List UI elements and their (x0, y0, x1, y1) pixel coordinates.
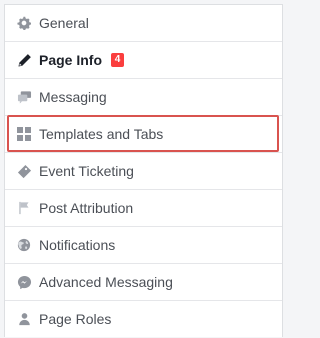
settings-sidebar-menu: General Page Info 4 Messaging Templates … (4, 4, 283, 337)
menu-item-label: General (39, 15, 89, 31)
menu-item-label: Post Attribution (39, 200, 134, 216)
menu-item-label: Page Roles (39, 311, 112, 327)
menu-item-label: Notifications (39, 237, 116, 253)
person-icon (16, 311, 32, 327)
pencil-icon (16, 52, 32, 68)
menu-item-label: Advanced Messaging (39, 274, 173, 290)
menu-item-general[interactable]: General (5, 5, 282, 42)
menu-item-advanced-messaging[interactable]: Advanced Messaging (5, 264, 282, 301)
messenger-icon (16, 274, 32, 290)
menu-item-messaging[interactable]: Messaging (5, 79, 282, 116)
menu-item-label: Event Ticketing (39, 163, 134, 179)
ticket-icon (16, 163, 32, 179)
gear-icon (16, 15, 32, 31)
flag-icon (16, 200, 32, 216)
menu-item-templates-and-tabs[interactable]: Templates and Tabs (5, 115, 282, 153)
grid-icon (16, 126, 32, 142)
menu-item-label: Messaging (39, 89, 107, 105)
menu-item-post-attribution[interactable]: Post Attribution (5, 190, 282, 227)
chat-bubbles-icon (16, 89, 32, 105)
globe-icon (16, 237, 32, 253)
menu-item-notifications[interactable]: Notifications (5, 227, 282, 264)
menu-item-event-ticketing[interactable]: Event Ticketing (5, 153, 282, 190)
menu-item-label: Page Info (39, 52, 103, 68)
menu-item-label: Templates and Tabs (39, 126, 164, 142)
menu-item-page-info[interactable]: Page Info 4 (5, 42, 282, 79)
menu-item-page-roles[interactable]: Page Roles (5, 301, 282, 337)
notification-count-badge: 4 (111, 53, 125, 67)
